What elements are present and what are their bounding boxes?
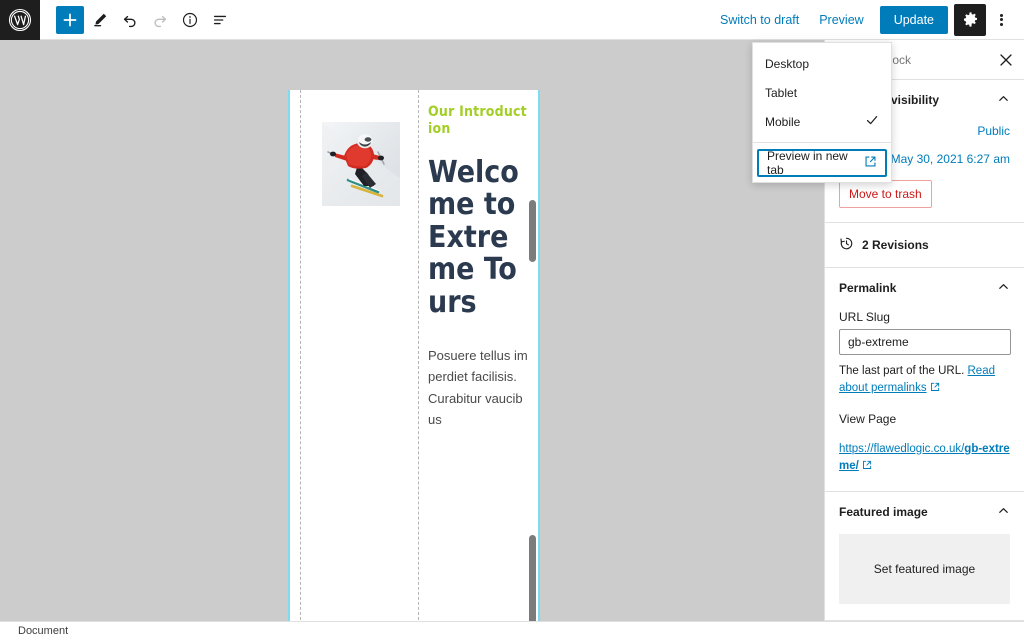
view-page-label: View Page [839,411,897,426]
page-title-heading[interactable]: Welcome to Extreme Tours [428,156,528,319]
checkmark-icon [865,113,879,130]
panel-featured-image-header[interactable]: Featured image [825,492,1024,532]
undo-button[interactable] [116,6,144,34]
more-options-vertical-dots-icon[interactable] [986,4,1016,36]
external-link-icon [862,460,872,472]
revisions-row[interactable]: 2 Revisions [825,223,1024,267]
chevron-up-icon [997,504,1010,520]
preview-option-tablet-label: Tablet [765,85,798,100]
column-right[interactable]: Our Introduction Welcome to Extreme Tour… [418,90,538,621]
divider [753,142,891,143]
column-left[interactable] [290,90,418,621]
body-paragraph[interactable]: Posuere tellus imperdiet facilisis. Cura… [428,345,528,431]
add-block-button[interactable] [56,5,84,34]
tools-pencil-button[interactable] [86,6,114,34]
move-to-trash-button[interactable]: Move to trash [839,180,932,208]
url-prefix: https://flawedlogic.co.uk/ [839,442,965,455]
column-guide-left [300,90,301,621]
columns-block: Our Introduction Welcome to Extreme Tour… [290,90,538,621]
toolbar-left-group [40,5,234,34]
publish-date-value[interactable]: May 30, 2021 6:27 am [891,152,1010,166]
visibility-value[interactable]: Public [977,124,1010,138]
revisions-label: 2 Revisions [862,238,929,252]
url-slug-input[interactable] [839,329,1011,355]
breadcrumb[interactable]: Document [18,625,68,637]
clock-revisions-icon [839,236,854,254]
close-x-icon[interactable] [992,46,1020,74]
editor-canvas-area: Our Introduction Welcome to Extreme Tour… [0,40,824,621]
set-featured-image-button[interactable]: Set featured image [839,534,1010,604]
list-view-button[interactable] [206,6,234,34]
skier-in-red-jacket-photo[interactable] [322,122,400,206]
canvas-scrollbar-thumb-lower[interactable] [529,535,536,621]
chevron-up-icon [997,92,1010,108]
chevron-up-icon [997,280,1010,296]
preview-dropdown-menu: Desktop Tablet Mobile Preview in new tab [752,42,892,183]
editor-top-bar: Switch to draft Preview Update [0,0,1024,40]
preview-in-new-tab-label: Preview in new tab [767,149,848,177]
preview-option-desktop-label: Desktop [765,56,810,71]
permalink-helper-text: The last part of the URL. Read about per… [825,355,1024,398]
external-link-icon [864,155,877,171]
canvas-scrollbar-thumb[interactable] [529,200,536,262]
gear-icon[interactable] [954,3,986,36]
column-guide-middle [418,90,419,621]
switch-to-draft-button[interactable]: Switch to draft [710,7,809,33]
update-button[interactable]: Update [879,5,948,34]
toolbar-right-group: Switch to draft Preview Update [710,3,1024,36]
panel-permalink-title: Permalink [839,281,897,295]
preview-in-new-tab-button[interactable]: Preview in new tab [757,149,887,177]
helper-sentence: The last part of the URL. [839,365,965,377]
view-page-url-row: https://flawedlogic.co.uk/gb-extreme/ [825,431,1024,476]
preview-option-tablet[interactable]: Tablet [753,78,891,107]
editor-root: Switch to draft Preview Update Our Intro… [0,0,1024,640]
mobile-preview-frame[interactable]: Our Introduction Welcome to Extreme Tour… [288,90,540,621]
redo-button[interactable] [146,6,174,34]
preview-button[interactable]: Preview [809,7,873,33]
panel-permalink-header[interactable]: Permalink [825,268,1024,308]
eyebrow-heading[interactable]: Our Introduction [428,104,528,137]
url-slug-label: URL Slug [839,310,890,324]
preview-option-desktop[interactable]: Desktop [753,49,891,78]
external-link-icon [930,382,940,394]
preview-option-mobile-label: Mobile [765,114,801,129]
panel-featured-image-title: Featured image [839,505,928,519]
details-info-button[interactable] [176,6,204,34]
preview-option-mobile[interactable]: Mobile [753,107,891,136]
wordpress-logo-icon[interactable] [0,0,40,40]
editor-status-bar: Document [0,621,1024,640]
